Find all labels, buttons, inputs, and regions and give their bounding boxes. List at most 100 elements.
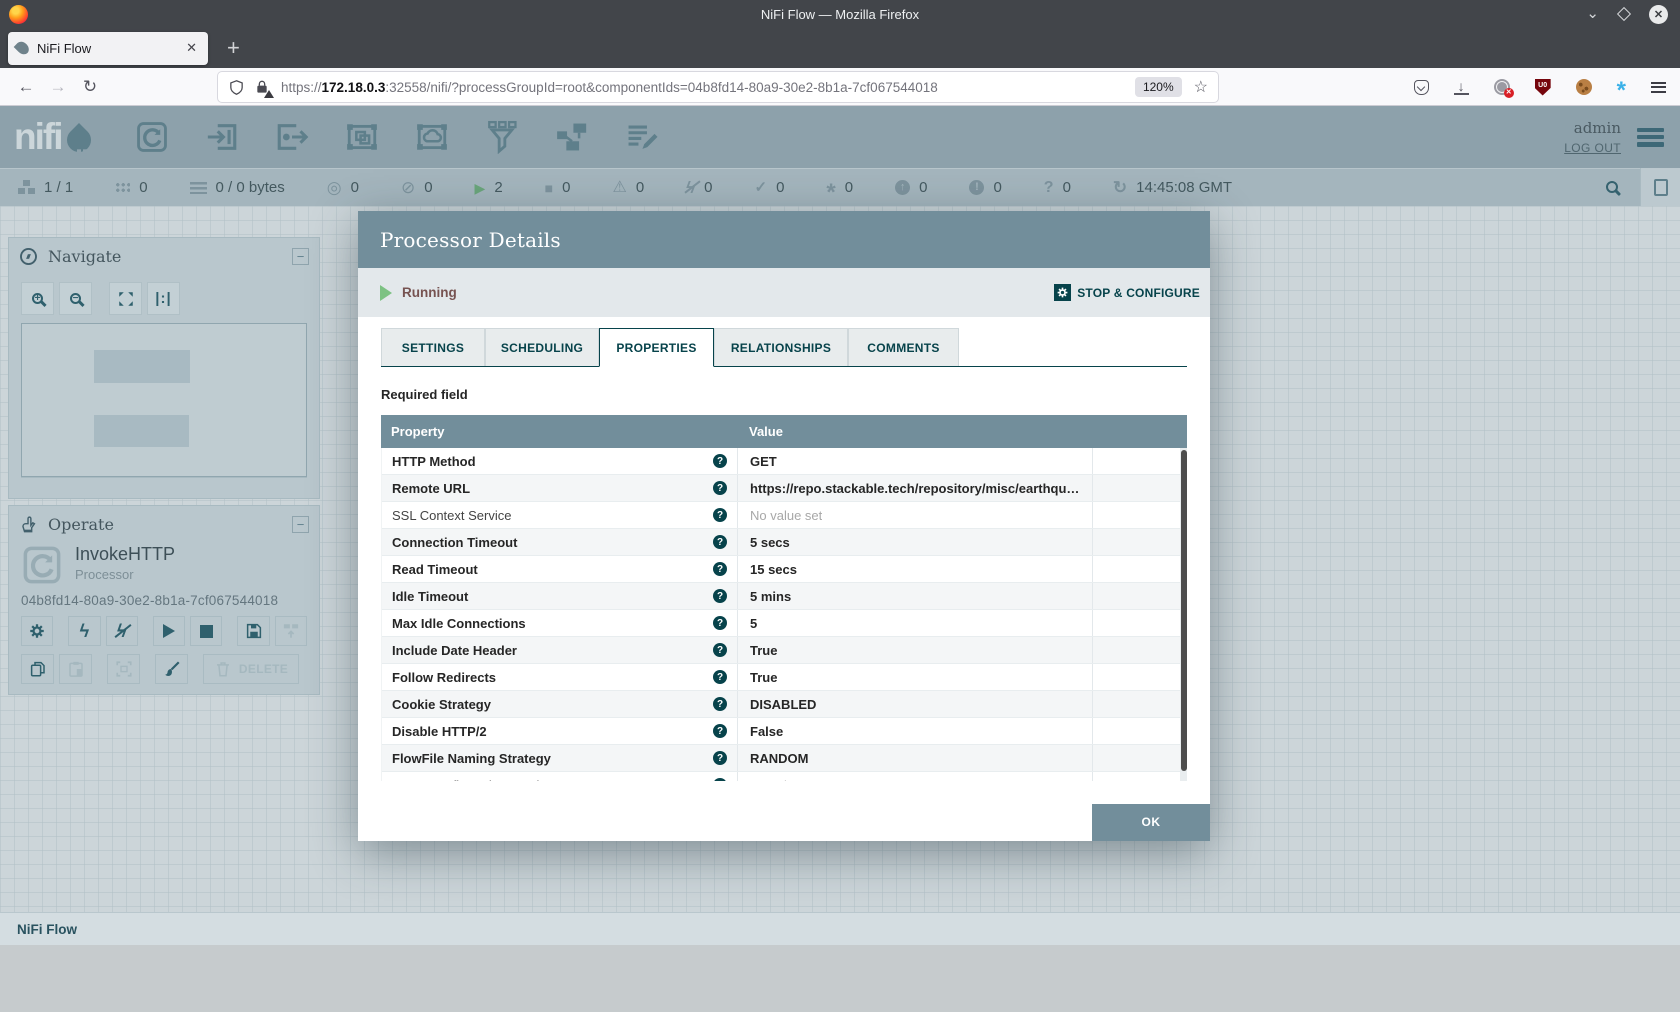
- logout-link[interactable]: LOG OUT: [1564, 141, 1621, 155]
- browser-tab[interactable]: NiFi Flow ✕: [8, 32, 208, 65]
- add-remote-process-group-icon[interactable]: [415, 120, 449, 154]
- paste-button[interactable]: [59, 654, 92, 684]
- enable-button[interactable]: ϟ: [68, 616, 100, 646]
- new-tab-button[interactable]: +: [227, 38, 240, 58]
- property-row[interactable]: Cookie Strategy ? DISABLED: [382, 691, 1187, 718]
- pocket-icon[interactable]: [1414, 80, 1429, 95]
- run-status-label: Running: [402, 285, 457, 300]
- bookmark-star-icon[interactable]: ☆: [1194, 77, 1208, 97]
- browser-menu-icon[interactable]: [1651, 82, 1666, 93]
- configure-button[interactable]: [21, 616, 53, 646]
- add-template-icon[interactable]: [555, 120, 589, 154]
- back-button[interactable]: ←: [10, 77, 42, 97]
- zoom-fit-button[interactable]: [109, 282, 142, 315]
- navigate-collapse-button[interactable]: −: [292, 248, 309, 265]
- zoom-actual-size-button[interactable]: |:|: [147, 282, 180, 315]
- stop-button[interactable]: [190, 616, 222, 646]
- ok-button[interactable]: OK: [1092, 804, 1210, 841]
- status-history-toggle[interactable]: [1640, 168, 1680, 206]
- property-row[interactable]: Read Timeout ? 15 secs: [382, 556, 1187, 583]
- cookie-extension-icon[interactable]: [1576, 79, 1592, 95]
- reload-button[interactable]: ↻: [74, 77, 106, 97]
- property-value: 5 secs: [750, 535, 790, 550]
- add-processor-icon[interactable]: [135, 120, 169, 154]
- help-icon[interactable]: ?: [713, 778, 727, 781]
- status-not-transmitting-count: 0: [424, 179, 432, 196]
- page-zoom-badge[interactable]: 120%: [1135, 77, 1182, 97]
- help-icon[interactable]: ?: [713, 562, 727, 576]
- color-button[interactable]: [155, 654, 188, 684]
- help-icon[interactable]: ?: [713, 670, 727, 684]
- zoom-out-button[interactable]: −: [59, 282, 92, 315]
- property-row[interactable]: Idle Timeout ? 5 mins: [382, 583, 1187, 610]
- help-icon[interactable]: ?: [713, 751, 727, 765]
- add-funnel-icon[interactable]: [485, 120, 519, 154]
- scrollbar-thumb[interactable]: [1181, 450, 1187, 771]
- delete-label: DELETE: [239, 662, 288, 676]
- nifi-logo-text: nifi: [14, 116, 61, 158]
- lock-icon[interactable]: [254, 79, 271, 96]
- add-process-group-icon[interactable]: [345, 120, 379, 154]
- ublock-extension-icon[interactable]: U0: [1535, 79, 1551, 96]
- table-scrollbar[interactable]: [1180, 448, 1187, 781]
- tab-close-icon[interactable]: ✕: [184, 40, 199, 56]
- add-output-port-icon[interactable]: [275, 120, 309, 154]
- property-row[interactable]: SSL Context Service ? No value set: [382, 502, 1187, 529]
- stop-and-configure-button[interactable]: STOP & CONFIGURE: [1054, 284, 1200, 301]
- upload-template-button[interactable]: [275, 616, 307, 646]
- property-row[interactable]: Proxy Configuration Service ? No value s…: [382, 772, 1187, 781]
- refresh-icon[interactable]: ↻: [1113, 178, 1127, 198]
- start-button[interactable]: [153, 616, 185, 646]
- status-cluster: 1 / 1: [18, 179, 73, 196]
- help-icon[interactable]: ?: [713, 589, 727, 603]
- property-row[interactable]: Follow Redirects ? True: [382, 664, 1187, 691]
- search-icon[interactable]: [1606, 181, 1618, 193]
- delete-button[interactable]: DELETE: [203, 654, 299, 684]
- property-row[interactable]: Disable HTTP/2 ? False: [382, 718, 1187, 745]
- birdseye-minimap[interactable]: [21, 323, 307, 477]
- property-row[interactable]: FlowFile Naming Strategy ? RANDOM: [382, 745, 1187, 772]
- properties-table: Property Value HTTP Method ? GET Remote …: [381, 415, 1187, 781]
- tab-comments[interactable]: COMMENTS: [848, 328, 959, 366]
- tab-relationships[interactable]: RELATIONSHIPS: [714, 328, 848, 366]
- save-template-button[interactable]: [237, 616, 269, 646]
- tab-settings[interactable]: SETTINGS: [381, 328, 485, 366]
- operate-collapse-button[interactable]: −: [292, 516, 309, 533]
- property-name: Remote URL: [392, 481, 470, 496]
- asterisk-extension-icon[interactable]: *: [1617, 86, 1626, 96]
- property-row[interactable]: Include Date Header ? True: [382, 637, 1187, 664]
- downloads-icon[interactable]: ↓: [1454, 80, 1469, 95]
- property-row[interactable]: Max Idle Connections ? 5: [382, 610, 1187, 637]
- window-minimize-icon[interactable]: ⌄: [1586, 9, 1599, 19]
- help-icon[interactable]: ?: [713, 697, 727, 711]
- property-name: Cookie Strategy: [392, 697, 491, 712]
- disable-button[interactable]: ϟ: [106, 616, 138, 646]
- help-icon[interactable]: ?: [713, 454, 727, 468]
- zoom-in-button[interactable]: +: [21, 282, 54, 315]
- help-icon[interactable]: ?: [713, 481, 727, 495]
- tracking-shield-icon[interactable]: [228, 79, 245, 96]
- group-button[interactable]: [107, 654, 140, 684]
- help-icon[interactable]: ?: [713, 535, 727, 549]
- add-label-icon[interactable]: [625, 120, 659, 154]
- forward-button[interactable]: →: [42, 77, 74, 97]
- status-refresh[interactable]: ↻14:45:08 GMT: [1113, 178, 1232, 198]
- window-close-icon[interactable]: ✕: [1649, 5, 1668, 24]
- window-maximize-icon[interactable]: [1617, 7, 1631, 21]
- property-row[interactable]: HTTP Method ? GET: [382, 448, 1187, 475]
- property-row[interactable]: Remote URL ? https://repo.stackable.tech…: [382, 475, 1187, 502]
- property-row[interactable]: Connection Timeout ? 5 secs: [382, 529, 1187, 556]
- breadcrumb-root[interactable]: NiFi Flow: [17, 922, 77, 937]
- copy-button[interactable]: [21, 654, 54, 684]
- add-input-port-icon[interactable]: [205, 120, 239, 154]
- help-icon[interactable]: ?: [713, 616, 727, 630]
- tab-properties[interactable]: PROPERTIES: [599, 328, 714, 367]
- help-icon[interactable]: ?: [713, 724, 727, 738]
- account-globe-icon[interactable]: ✕: [1494, 79, 1510, 95]
- breadcrumb-bar: NiFi Flow: [0, 912, 1680, 945]
- tab-scheduling[interactable]: SCHEDULING: [485, 328, 599, 366]
- url-bar[interactable]: https://172.18.0.3:32558/nifi/?processGr…: [218, 72, 1218, 102]
- help-icon[interactable]: ?: [713, 643, 727, 657]
- help-icon[interactable]: ?: [713, 508, 727, 522]
- global-menu-icon[interactable]: [1637, 128, 1664, 147]
